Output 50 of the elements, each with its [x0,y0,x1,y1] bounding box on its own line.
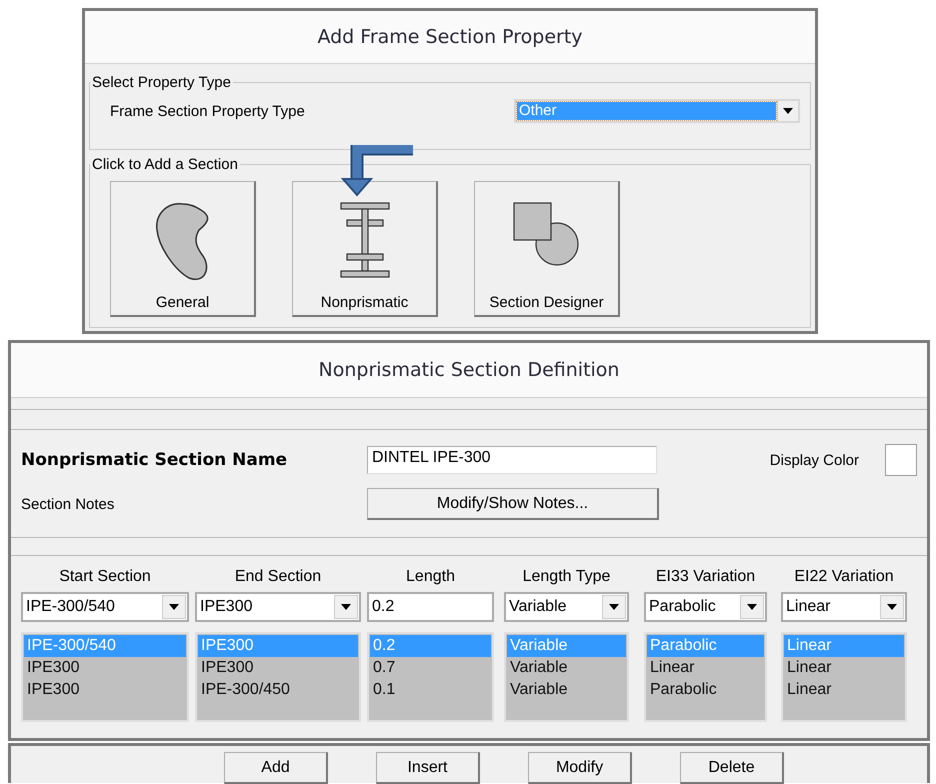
field-label: Nonprismatic Section Name [21,450,288,470]
list-item[interactable]: IPE300 [198,657,358,679]
column-header: Start Section [59,568,151,587]
field-label: Section Notes [21,496,116,512]
section-type-button[interactable]: Nonprismatic [292,181,438,317]
length-field[interactable]: 0.2 [367,592,494,622]
list-item[interactable]: IPE300 [24,657,186,679]
group-label: Click to Add a Section [91,156,239,173]
section-dropdown[interactable]: IPE300 [195,592,361,622]
list-item[interactable]: Linear [784,657,904,679]
list-item[interactable]: IPE-300/450 [198,679,358,701]
dialog-title: Nonprismatic Section Definition [318,359,620,381]
section-dropdown[interactable]: Parabolic [644,592,767,622]
square-circle-icon [512,202,580,268]
color-swatch[interactable] [885,444,917,476]
section-dropdown[interactable]: Variable [504,592,629,622]
column-header: End Section [234,568,322,587]
dialog-title: Add Frame Section Property [317,26,583,48]
caret-icon [747,604,757,610]
caret-icon [341,604,351,610]
list-item[interactable]: Variable [507,679,626,701]
list-item[interactable]: Parabolic [647,679,764,701]
action-button[interactable]: Add [224,752,328,784]
section-type-button[interactable]: General [110,181,256,317]
section-dropdown[interactable]: Linear [781,592,907,622]
group-label: Select Property Type [91,74,232,91]
column-header: EI33 Variation [656,568,756,587]
list-item[interactable]: 0.1 [370,679,491,701]
list-item[interactable]: 0.7 [370,657,491,679]
action-button[interactable]: Insert [376,752,480,784]
list-item[interactable]: IPE300 [24,679,186,701]
list-item[interactable]: Linear [647,657,764,679]
caret-icon [887,604,897,610]
column-header: Length Type [522,568,610,587]
notes-button[interactable]: Modify/Show Notes... [367,488,659,520]
action-button[interactable]: Modify [528,752,632,784]
action-button[interactable]: Delete [680,752,784,784]
column-header: Length [406,568,455,587]
i-beam-icon [340,202,390,278]
caret-icon [169,604,179,610]
list-item[interactable]: Variable [507,657,626,679]
caret-icon [609,604,619,610]
caret-icon [783,108,793,114]
field-label: Display Color [770,452,859,468]
field-label: Frame Section Property Type [110,102,305,120]
list-item[interactable]: Linear [784,679,904,701]
section-name-field[interactable]: DINTEL IPE-300 [367,446,657,474]
section-type-button[interactable]: Section Designer [474,181,620,317]
column-header: EI22 Variation [794,568,894,587]
section-dropdown[interactable]: IPE-300/540 [21,592,189,622]
